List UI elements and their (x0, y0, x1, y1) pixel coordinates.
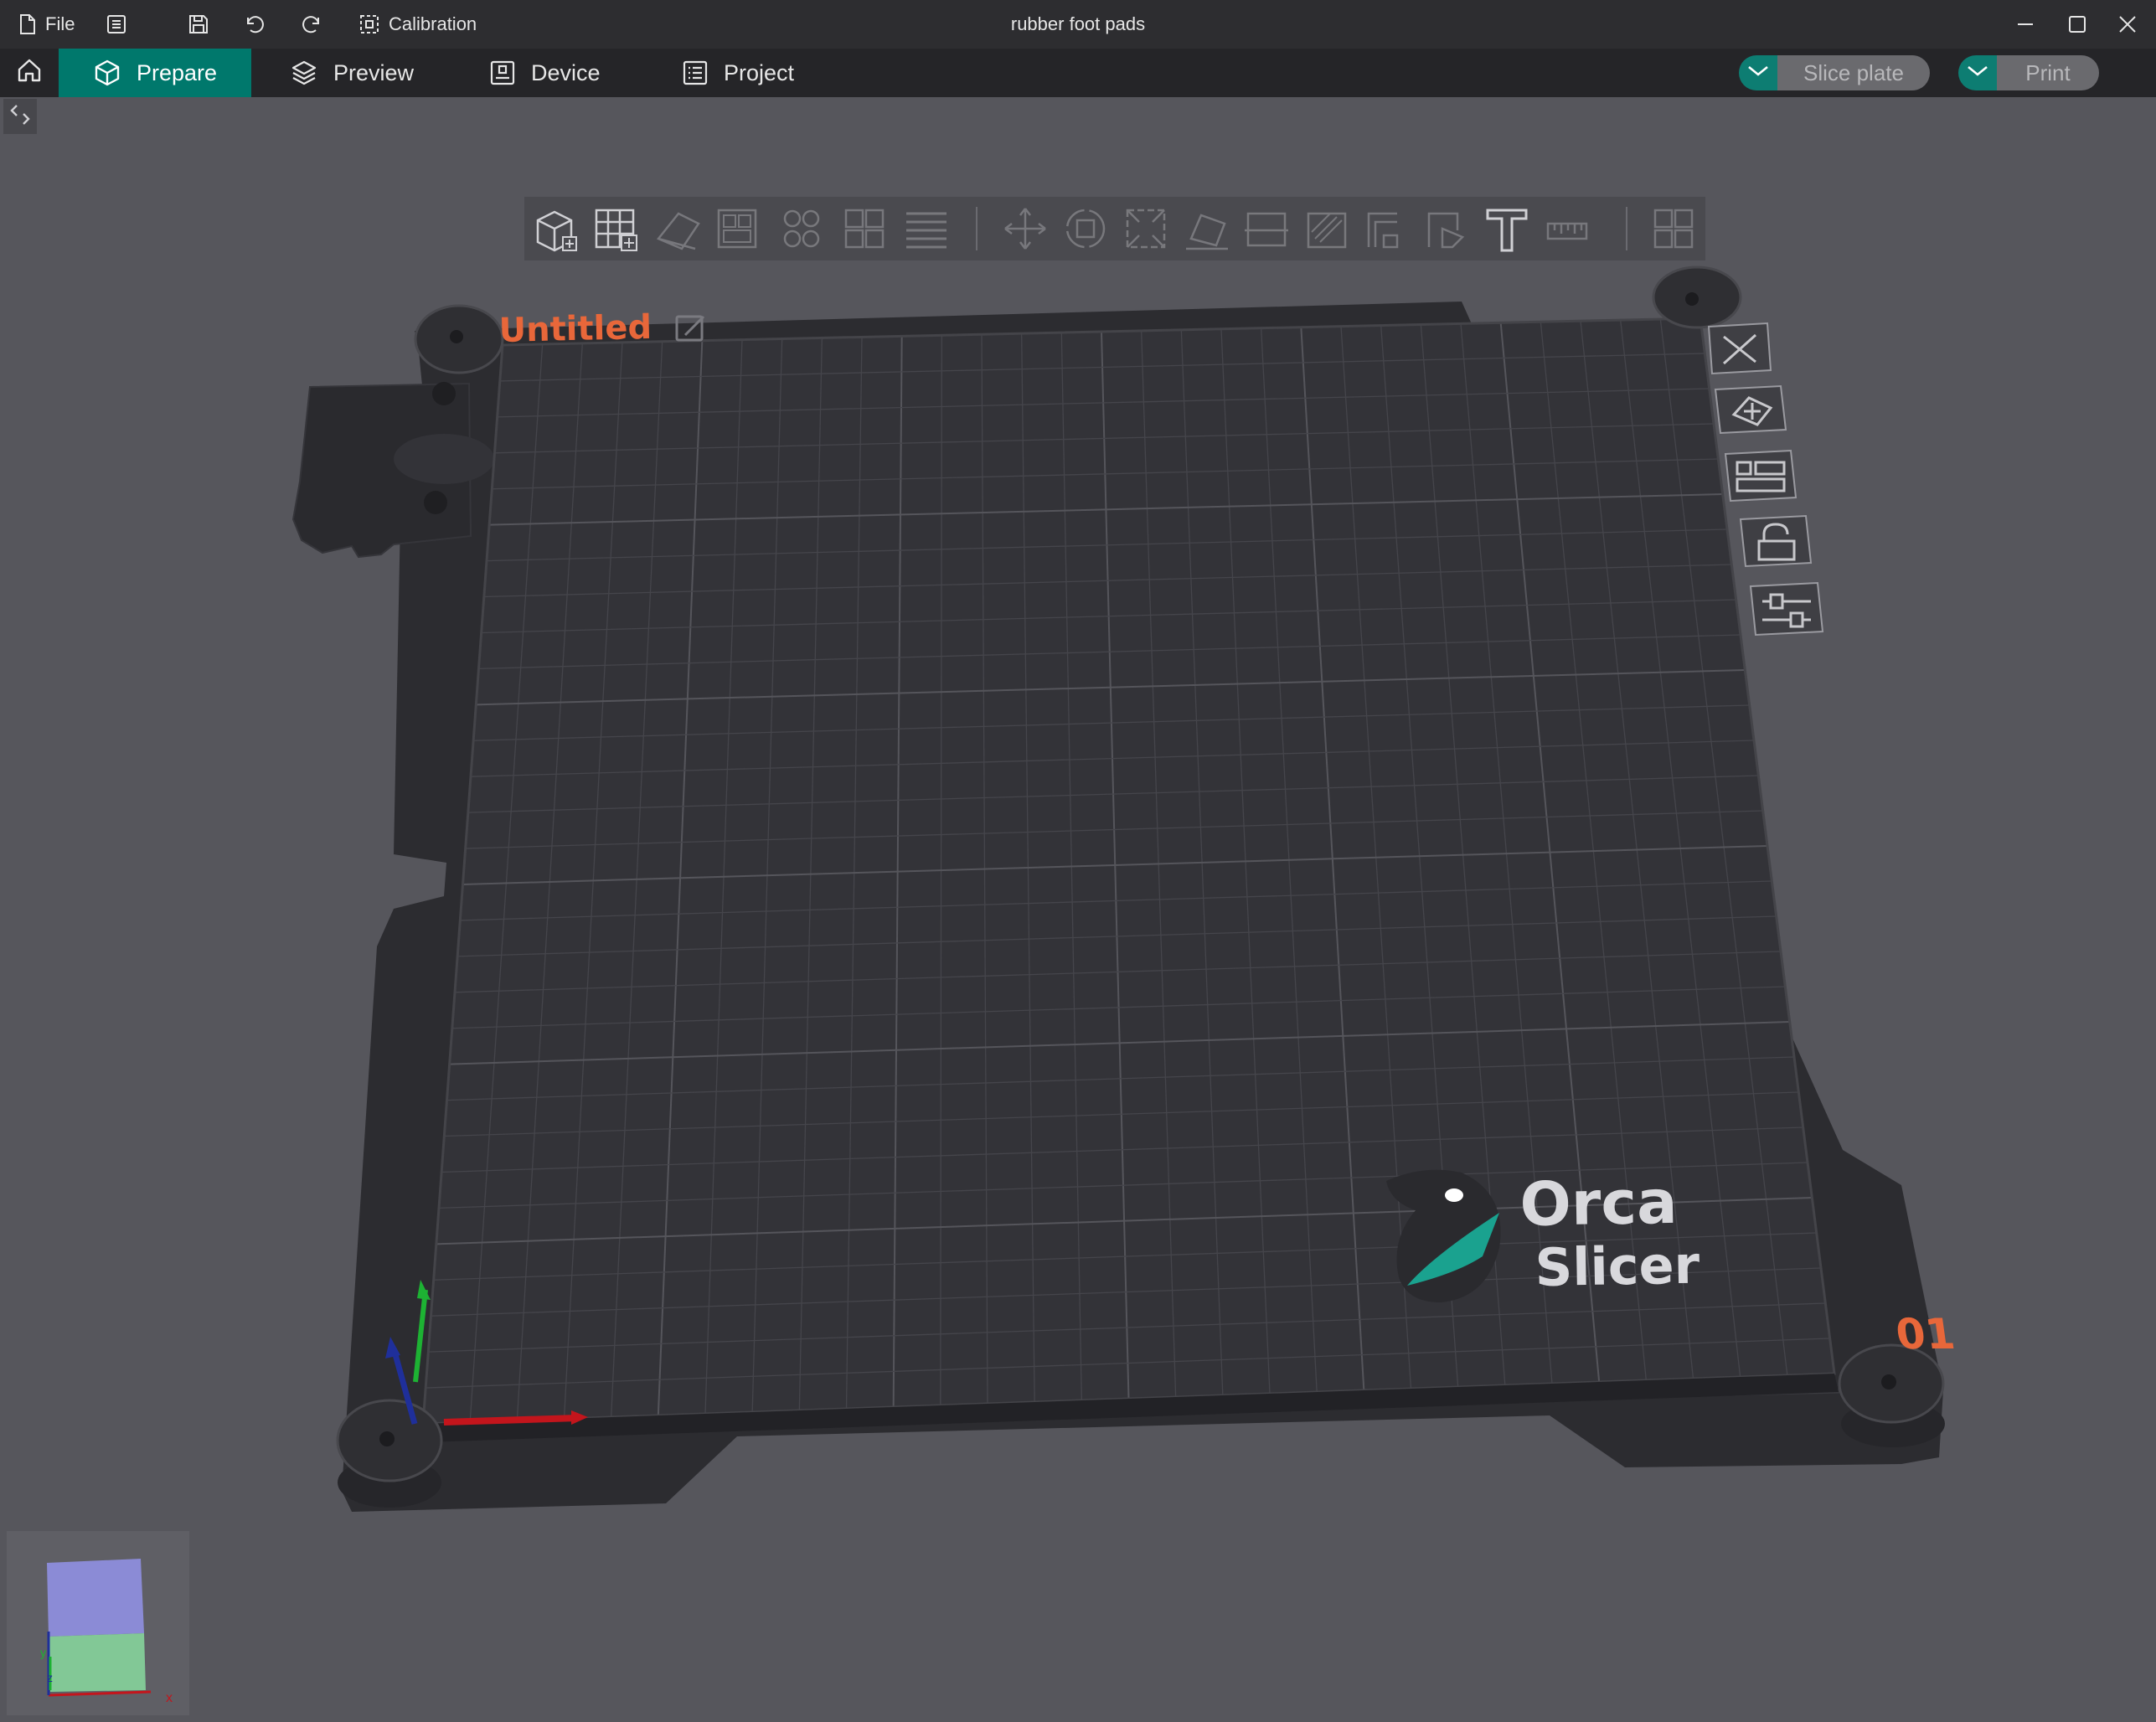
collapse-arrows-icon (8, 102, 32, 131)
text-icon[interactable] (1486, 209, 1528, 252)
tab-prepare-label: Prepare (136, 59, 218, 85)
tab-project[interactable]: Project (682, 49, 794, 97)
main-tab-bar: Prepare Preview Device Project Slice pla… (0, 49, 2156, 97)
tab-device[interactable]: Device (489, 49, 601, 97)
maximize-button[interactable] (2067, 0, 2087, 49)
arrange-icon[interactable] (717, 209, 757, 249)
sidebar-toggle-button[interactable] (3, 99, 37, 134)
measure-icon[interactable] (1546, 222, 1588, 240)
save-button[interactable] (188, 0, 209, 49)
slicer-logo-text: Slicer (1534, 1235, 1700, 1298)
x-axis (443, 1415, 579, 1426)
nav-cube-front[interactable] (49, 1633, 146, 1692)
plate-name[interactable]: Untitled (498, 308, 652, 350)
assembly-icon[interactable] (1653, 209, 1694, 249)
home-button[interactable] (0, 49, 59, 97)
rubber-foot (336, 1399, 443, 1508)
cube-icon (93, 59, 121, 87)
rotate-icon[interactable] (1065, 209, 1106, 249)
home-icon (16, 57, 43, 90)
tab-prepare[interactable]: Prepare (59, 49, 251, 97)
tab-preview[interactable]: Preview (290, 49, 414, 97)
build-plate-scene[interactable]: Untitled 01 Orca Slicer (0, 97, 2156, 1722)
file-icon (18, 13, 37, 35)
orient-icon[interactable] (656, 212, 700, 250)
move-icon[interactable] (1004, 208, 1046, 250)
layers-icon (290, 59, 318, 87)
slice-plate-label: Slice plate (1777, 55, 1930, 90)
navigation-cube[interactable]: x y z (7, 1531, 189, 1715)
nav-cube-y-label: y (40, 1646, 46, 1659)
rubber-foot (414, 304, 504, 374)
close-button[interactable] (2117, 0, 2138, 49)
redo-button[interactable] (300, 0, 323, 49)
close-icon (2117, 14, 2138, 34)
minimize-button[interactable] (2015, 0, 2035, 49)
rubber-foot (1838, 1343, 1945, 1447)
scale-icon[interactable] (1126, 209, 1166, 249)
file-menu[interactable]: File (18, 0, 75, 49)
support-paint-icon[interactable] (1307, 212, 1347, 249)
3d-viewport[interactable]: Untitled 01 Orca Slicer x y z (0, 97, 2156, 1722)
tab-project-label: Project (724, 59, 795, 85)
arrange-plate-icon[interactable] (1724, 449, 1798, 503)
orca-logo-text: Orca (1519, 1167, 1678, 1240)
print-label: Print (1997, 55, 2099, 90)
color-paint-icon[interactable] (1427, 212, 1465, 249)
plate-settings-icon[interactable] (1749, 581, 1824, 637)
title-bar: rubber foot pads File Calibration (0, 0, 2156, 49)
calibration-menu[interactable]: Calibration (358, 0, 477, 49)
nav-cube-back[interactable] (47, 1559, 144, 1637)
plate-number: 01 (1893, 1309, 1958, 1359)
delete-plate-icon[interactable] (1707, 322, 1772, 375)
menu-icon (106, 13, 127, 35)
rubber-foot (1652, 266, 1742, 329)
calibration-icon (358, 13, 380, 35)
minimize-icon (2015, 14, 2035, 34)
print-button[interactable]: Print (1958, 55, 2099, 90)
menu-button[interactable] (106, 0, 127, 49)
object-toolbar (524, 197, 1705, 260)
seam-paint-icon[interactable] (1367, 212, 1399, 249)
add-plate-icon[interactable] (595, 209, 637, 251)
slice-dropdown-handle[interactable] (1739, 55, 1777, 90)
tab-preview-label: Preview (333, 59, 415, 85)
chevron-down-icon (1967, 65, 1988, 81)
split-objects-icon[interactable] (783, 209, 820, 248)
redo-icon (300, 13, 323, 36)
nav-cube-z-label: z (47, 1671, 53, 1684)
calibration-label: Calibration (389, 13, 477, 34)
chevron-down-icon (1747, 65, 1769, 81)
cut-icon[interactable] (1245, 212, 1288, 247)
maximize-icon (2067, 14, 2087, 34)
project-icon (682, 59, 709, 86)
undo-icon (243, 13, 266, 36)
print-dropdown-handle[interactable] (1958, 55, 1997, 90)
slice-plate-button[interactable]: Slice plate (1739, 55, 1930, 90)
add-object-icon[interactable] (536, 210, 577, 252)
nav-cube-x-label: x (166, 1691, 173, 1705)
tab-device-label: Device (531, 59, 601, 85)
lock-plate-icon[interactable] (1739, 514, 1813, 568)
file-label: File (45, 13, 75, 34)
layers-editing-icon[interactable] (906, 212, 946, 249)
device-icon (489, 59, 516, 86)
window-title: rubber foot pads (1010, 13, 1146, 34)
orient-plate-icon[interactable] (1714, 384, 1787, 435)
undo-button[interactable] (243, 0, 266, 49)
save-icon (188, 13, 209, 35)
split-parts-icon[interactable] (844, 209, 885, 249)
lay-on-face-icon[interactable] (1186, 214, 1228, 250)
